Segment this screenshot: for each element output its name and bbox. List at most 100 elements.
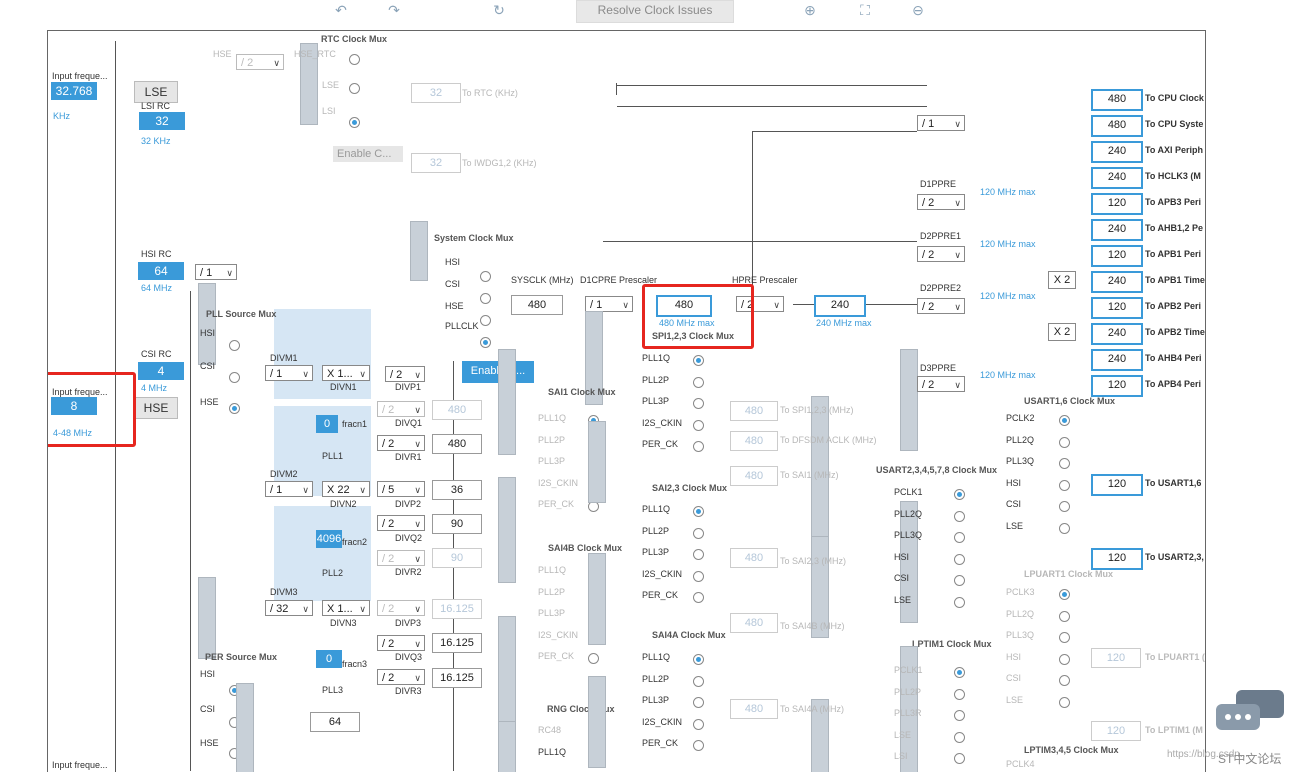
sysmux-hsi-radio[interactable] <box>480 271 491 282</box>
lptim1-input-radio[interactable] <box>954 710 965 721</box>
usart16-input-radio[interactable] <box>1059 522 1070 534</box>
refresh-icon[interactable]: ↻ <box>490 2 508 18</box>
usart2-input-radio[interactable] <box>954 575 965 586</box>
divp1-select[interactable]: / 2 <box>385 366 425 383</box>
divp3-select[interactable]: / 2 <box>377 600 425 617</box>
usart16-input-radio[interactable] <box>1059 479 1070 491</box>
sai4a-input-radio[interactable] <box>693 675 704 687</box>
divr2-select[interactable]: / 2 <box>377 550 425 567</box>
usart16-input-radio[interactable] <box>1059 458 1070 469</box>
divm3-select[interactable]: / 32 <box>265 600 313 617</box>
usart2-input-radio[interactable] <box>954 510 965 522</box>
spi-input-radio[interactable] <box>693 419 704 431</box>
divr3-select[interactable]: / 2 <box>377 669 425 686</box>
divm1-label: DIVM1 <box>270 353 298 363</box>
lpuart-input-radio[interactable] <box>1059 589 1070 600</box>
usart2-input-radio[interactable] <box>954 532 965 543</box>
sai4a-input-radio[interactable] <box>693 740 704 751</box>
sysmux-hse-radio[interactable] <box>480 315 491 326</box>
chat-bubble-icon[interactable] <box>1214 690 1286 740</box>
divq3-select[interactable]: / 2 <box>377 635 425 652</box>
usart16-input-radio[interactable] <box>1059 501 1070 512</box>
usart2-input-label: HSI <box>894 551 910 562</box>
divm1-select[interactable]: / 1 <box>265 365 313 382</box>
sai4b-mux-shape <box>588 553 606 645</box>
spi-input-radio[interactable] <box>693 441 704 452</box>
divm2-select[interactable]: / 1 <box>265 481 313 498</box>
d2ppre1-select[interactable]: / 2 <box>917 246 965 263</box>
sysmux-pllclk-radio[interactable] <box>480 337 491 348</box>
sai1-input-label: PLL3P <box>538 456 566 466</box>
divq2-select[interactable]: / 2 <box>377 515 425 532</box>
sai4a-input-radio[interactable] <box>693 718 704 730</box>
fit-icon[interactable]: ⛶ <box>856 2 874 18</box>
lptim1-input-radio[interactable] <box>954 667 965 678</box>
zoom-in-icon[interactable]: ⊕ <box>801 2 819 18</box>
lpuart-input-radio[interactable] <box>1059 653 1070 665</box>
lptim1-input-label: LSI <box>894 751 908 761</box>
hse-button[interactable]: HSE <box>134 397 178 419</box>
cpu-divider-select[interactable]: / 1 <box>917 115 965 132</box>
divr1-select[interactable]: / 2 <box>377 435 425 452</box>
lpuart-input-radio[interactable] <box>1059 610 1070 622</box>
spi-input-radio[interactable] <box>693 355 704 366</box>
sai23-input-radio[interactable] <box>693 549 704 560</box>
hsi-divider-select[interactable]: / 1 <box>195 264 237 281</box>
lptim1-input-radio[interactable] <box>954 688 965 700</box>
redo-icon[interactable]: ↷ <box>385 2 403 18</box>
rtc-lse-radio[interactable] <box>349 83 360 94</box>
spi-input-radio[interactable] <box>693 376 704 388</box>
lse-frequency-input[interactable]: 32.768 <box>51 82 97 100</box>
lse-button[interactable]: LSE <box>134 81 178 103</box>
spi-input-radio[interactable] <box>693 398 704 409</box>
sysclk-value: 480 <box>511 295 563 315</box>
fracn3-input[interactable]: 0 <box>316 650 342 668</box>
undo-icon[interactable]: ↶ <box>332 2 350 18</box>
lsi-rc-label: LSI RC <box>141 101 171 111</box>
usart16-input-radio[interactable] <box>1059 415 1070 426</box>
d3ppre-select[interactable]: / 2 <box>917 376 965 393</box>
rtc-enable-css-button[interactable]: Enable C... <box>333 146 403 162</box>
lpuart-input-radio[interactable] <box>1059 675 1070 686</box>
pll-source-hse-radio[interactable] <box>229 403 240 414</box>
divq1-select[interactable]: / 2 <box>377 401 425 418</box>
sai23-input-radio[interactable] <box>693 527 704 539</box>
d1cpre-select[interactable]: / 1 <box>585 296 633 313</box>
sai4b-input-label: I2S_CKIN <box>538 629 579 640</box>
usart2-input-radio[interactable] <box>954 553 965 565</box>
fracn2-input[interactable]: 4096 <box>316 530 342 548</box>
sai4a-input-radio[interactable] <box>693 697 704 708</box>
divp2-select[interactable]: / 5 <box>377 481 425 498</box>
sai23-input-radio[interactable] <box>693 506 704 517</box>
sai4a-input-radio[interactable] <box>693 654 704 665</box>
d1ppre-select[interactable]: / 2 <box>917 194 965 211</box>
d1ppre-max-label: 120 MHz max <box>980 187 1036 197</box>
rtc-lsi-radio[interactable] <box>349 117 360 128</box>
sai4b-input-radio[interactable] <box>588 653 599 664</box>
pll-source-hsi-radio[interactable] <box>229 340 240 351</box>
lpuart-input-radio[interactable] <box>1059 696 1070 708</box>
sai4b-input-label: PLL1Q <box>538 565 567 575</box>
pll-source-csi-radio[interactable] <box>229 372 240 383</box>
sai23-input-radio[interactable] <box>693 592 704 603</box>
rtc-hse-radio[interactable] <box>349 54 360 65</box>
lpuart-input-radio[interactable] <box>1059 632 1070 643</box>
divn1-select[interactable]: X 1... <box>322 365 370 382</box>
divn3-select[interactable]: X 1... <box>322 600 370 617</box>
sai23-input-radio[interactable] <box>693 570 704 582</box>
rtc-hse-divider-select[interactable]: / 2 <box>236 54 284 71</box>
sysmux-csi-radio[interactable] <box>480 293 491 304</box>
d2ppre2-select[interactable]: / 2 <box>917 298 965 315</box>
rng-mux-shape <box>588 676 606 768</box>
lpuart-input-label: PLL3Q <box>1006 630 1035 640</box>
usart2-input-radio[interactable] <box>954 596 965 608</box>
fracn1-input[interactable]: 0 <box>316 415 338 433</box>
resolve-clock-issues-button[interactable]: Resolve Clock Issues <box>576 0 734 23</box>
usart16-input-radio[interactable] <box>1059 436 1070 448</box>
zoom-out-icon[interactable]: ⊖ <box>909 2 927 18</box>
divn2-select[interactable]: X 22 <box>322 481 370 498</box>
lptim1-input-radio[interactable] <box>954 731 965 743</box>
usart2-input-radio[interactable] <box>954 489 965 500</box>
lptim1-input-radio[interactable] <box>954 753 965 764</box>
divr3-label: DIVR3 <box>395 686 422 696</box>
